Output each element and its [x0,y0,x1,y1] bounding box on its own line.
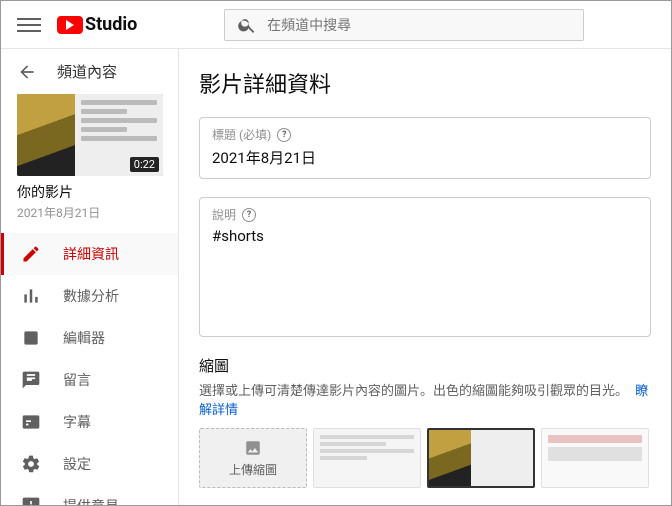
video-date: 2021年8月21日 [17,204,162,221]
thumbnail-option-1[interactable] [313,428,421,488]
studio-logo[interactable]: Studio [57,14,137,35]
comments-icon [21,370,41,390]
page-title: 影片詳細資料 [199,67,651,99]
back-label: 頻道內容 [57,61,117,82]
nav-label: 提供意見 [63,496,119,505]
brand-text: Studio [85,14,137,35]
nav-settings[interactable]: 設定 [1,443,178,485]
thumbnail-option-2[interactable] [427,428,535,488]
playlist-heading: 播放清單 [199,504,651,505]
upload-thumbnail-button[interactable]: 上傳縮圖 [199,428,307,488]
back-arrow-icon [17,62,37,82]
nav-feedback[interactable]: 提供意見 [1,485,178,505]
help-icon[interactable]: ? [277,128,291,142]
nav-label: 留言 [63,370,91,390]
header: Studio [1,1,671,49]
video-title: 你的影片 [17,182,162,202]
thumbnail-heading: 縮圖 [199,355,651,376]
desc-value: #shorts [212,227,638,245]
gear-icon [21,454,41,474]
subtitles-icon [21,412,41,432]
nav-list: 詳細資訊 數據分析 編輯器 留言 字幕 [1,229,178,505]
nav-details[interactable]: 詳細資訊 [1,233,178,275]
upload-label: 上傳縮圖 [229,461,277,478]
title-field[interactable]: 標題 (必填) ? 2021年8月21日 [199,117,651,179]
thumbnail-option-3[interactable] [541,428,649,488]
feedback-icon [21,496,41,505]
description-field[interactable]: 說明 ? #shorts [199,197,651,337]
analytics-icon [21,286,41,306]
desc-label: 說明 [212,206,236,223]
main-content: 影片詳細資料 標題 (必填) ? 2021年8月21日 說明 ? #shorts… [179,49,671,505]
menu-icon[interactable] [17,13,41,37]
thumbnail-sub: 選擇或上傳可清楚傳達影片內容的圖片。出色的縮圖能夠吸引觀眾的目光。 瞭解詳情 [199,380,651,418]
thumbnail-picker: 上傳縮圖 [199,428,651,488]
video-thumbnail[interactable]: 0:22 [17,94,163,176]
title-label: 標題 (必填) [212,126,271,143]
nav-label: 字幕 [63,412,91,432]
image-add-icon [242,439,264,457]
nav-subtitles[interactable]: 字幕 [1,401,178,443]
nav-label: 設定 [63,454,91,474]
pencil-icon [21,244,41,264]
search-icon [237,15,257,35]
editor-icon [21,328,41,348]
duration-badge: 0:22 [130,157,159,172]
nav-comments[interactable]: 留言 [1,359,178,401]
youtube-icon [57,16,83,34]
nav-label: 編輯器 [63,328,105,348]
search-input[interactable] [267,17,571,33]
back-row[interactable]: 頻道內容 [1,49,178,86]
title-value: 2021年8月21日 [212,147,638,168]
search-box[interactable] [224,9,584,41]
nav-analytics[interactable]: 數據分析 [1,275,178,317]
nav-editor[interactable]: 編輯器 [1,317,178,359]
sidebar: 頻道內容 0:22 你的影片 2021年8月21日 詳細資訊 [1,49,179,505]
nav-label: 詳細資訊 [63,244,119,264]
help-icon[interactable]: ? [242,208,256,222]
nav-label: 數據分析 [63,286,119,306]
